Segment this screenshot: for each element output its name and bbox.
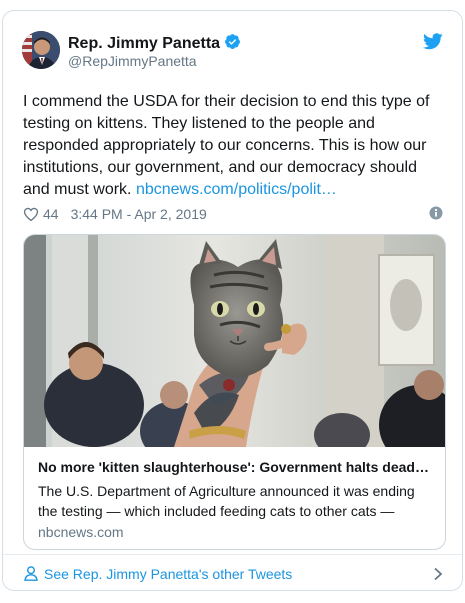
avatar[interactable] <box>22 31 60 69</box>
verified-badge-icon <box>225 34 240 49</box>
twitter-bird-icon[interactable] <box>423 33 443 50</box>
chevron-right-icon[interactable] <box>433 567 443 581</box>
link-preview-card[interactable]: No more 'kitten slaughterhouse': Governm… <box>23 234 446 550</box>
card-description: The U.S. Department of Agriculture annou… <box>38 483 415 519</box>
embedded-tweet[interactable]: Rep. Jimmy Panetta @RepJimmyPanetta I co… <box>2 10 463 591</box>
tweet-timestamp[interactable]: 3:44 PM - Apr 2, 2019 <box>71 206 207 222</box>
card-title[interactable]: No more 'kitten slaughterhouse': Governm… <box>38 459 438 475</box>
see-other-tweets-link[interactable]: See Rep. Jimmy Panetta's other Tweets <box>3 555 462 590</box>
tweet-article-link[interactable]: nbcnews.com/politics/polit… <box>136 181 337 198</box>
card-domain: nbcnews.com <box>38 524 124 540</box>
see-other-tweets-label[interactable]: See Rep. Jimmy Panetta's other Tweets <box>44 566 292 582</box>
author-handle[interactable]: @RepJimmyPanetta <box>68 53 197 69</box>
info-icon[interactable] <box>429 206 443 220</box>
article-image[interactable] <box>24 235 445 447</box>
heart-icon[interactable] <box>23 206 39 222</box>
person-icon <box>24 566 38 581</box>
author-name[interactable]: Rep. Jimmy Panetta <box>68 33 241 53</box>
tweet-meta: 44 3:44 PM - Apr 2, 2019 <box>23 205 207 223</box>
tweet-body: I commend the USDA for their decision to… <box>23 91 448 201</box>
author-name-text: Rep. Jimmy Panetta <box>68 35 221 52</box>
like-count[interactable]: 44 <box>43 206 59 222</box>
